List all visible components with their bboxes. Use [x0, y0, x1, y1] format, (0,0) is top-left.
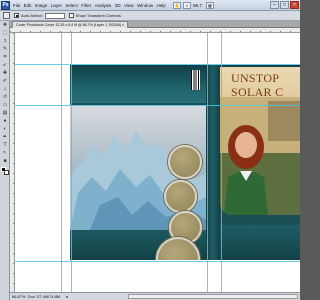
- status-zoom[interactable]: 66.67%: [12, 294, 26, 299]
- menu-filter[interactable]: Filter: [81, 3, 91, 8]
- menu-help[interactable]: Help: [156, 3, 165, 8]
- barcode-image: [191, 70, 200, 90]
- marquee-tool-icon[interactable]: ⬚: [1, 30, 9, 37]
- guide-horizontal[interactable]: [15, 64, 300, 65]
- dodge-tool-icon[interactable]: ◐: [1, 126, 9, 133]
- tools-panel: ✥ ⬚ ↄ ✎ ⌗ ↙ ✚ ✐ ⊥ ↺ ▭ ▤ ● ◐ ✒ T ↖ ■: [0, 21, 10, 300]
- menu-view[interactable]: View: [124, 3, 134, 8]
- horizontal-scrollbar[interactable]: [128, 294, 298, 299]
- guide-vertical[interactable]: [61, 33, 62, 292]
- eraser-tool-icon[interactable]: ▭: [1, 102, 9, 109]
- document-tab-bar: Cover Photobook Cover 12.25 x 6.4 tif @ …: [10, 21, 300, 28]
- options-bar: Auto-Select: Show Transform Controls: [0, 11, 300, 21]
- app-bar: Ps File Edit Image Layer Select Filter A…: [0, 0, 300, 11]
- auto-select-checkbox[interactable]: [14, 13, 19, 18]
- zoom-tool-icon[interactable]: ⌕: [183, 1, 192, 9]
- type-tool-icon[interactable]: T: [1, 142, 9, 149]
- front-cover-photo: UNSTOP SOLAR C: [220, 67, 300, 215]
- cover-title-line-1: UNSTOP: [231, 71, 280, 85]
- book-spine: [206, 65, 220, 260]
- status-bar: 66.67% Doc: 37.4M/74.8M ▸: [10, 292, 300, 300]
- photoshop-logo-icon[interactable]: Ps: [1, 0, 10, 10]
- guide-vertical[interactable]: [221, 33, 222, 292]
- window-controls: – □ ×: [270, 1, 300, 9]
- menu-window[interactable]: Window: [137, 3, 153, 8]
- close-button[interactable]: ×: [290, 1, 299, 9]
- status-menu-arrow-icon[interactable]: ▸: [66, 294, 68, 299]
- blur-tool-icon[interactable]: ●: [1, 118, 9, 125]
- brush-tool-icon[interactable]: ✐: [1, 78, 9, 85]
- history-brush-tool-icon[interactable]: ↺: [1, 94, 9, 101]
- photo-placeholder-circle-1[interactable]: [168, 145, 202, 179]
- guide-horizontal[interactable]: [15, 261, 300, 262]
- guide-vertical[interactable]: [71, 33, 72, 292]
- menu-3d[interactable]: 3D: [115, 3, 121, 8]
- menu-select[interactable]: Select: [65, 3, 78, 8]
- shape-tool-icon[interactable]: ■: [1, 158, 9, 165]
- pen-tool-icon[interactable]: ✒: [1, 134, 9, 141]
- menu-bar: File Edit Image Layer Select Filter Anal…: [13, 3, 169, 8]
- healing-tool-icon[interactable]: ✚: [1, 70, 9, 77]
- guide-horizontal[interactable]: [15, 105, 300, 106]
- show-transform-checkbox[interactable]: [68, 13, 74, 18]
- auto-select-dropdown[interactable]: [44, 12, 65, 19]
- menu-image[interactable]: Image: [35, 3, 48, 8]
- move-tool-preset-icon[interactable]: [3, 12, 10, 19]
- menu-file[interactable]: File: [13, 3, 20, 8]
- status-doc-size: Doc: 37.4M/74.8M: [27, 294, 61, 299]
- hand-tool-icon[interactable]: ✋: [173, 1, 182, 9]
- menu-analysis[interactable]: Analysis: [95, 3, 112, 8]
- lasso-tool-icon[interactable]: ↄ: [1, 38, 9, 45]
- path-select-tool-icon[interactable]: ↖: [1, 150, 9, 157]
- crop-tool-icon[interactable]: ⌗: [1, 54, 9, 61]
- auto-select-label: Auto-Select:: [21, 13, 43, 18]
- eyedropper-tool-icon[interactable]: ↙: [1, 62, 9, 69]
- gradient-tool-icon[interactable]: ▤: [1, 110, 9, 117]
- menu-layer[interactable]: Layer: [51, 3, 62, 8]
- canvas-area[interactable]: UNSTOP SOLAR C: [15, 33, 300, 292]
- guide-vertical[interactable]: [207, 33, 208, 292]
- document-tab[interactable]: Cover Photobook Cover 12.25 x 6.4 tif @ …: [12, 21, 129, 28]
- menu-edit[interactable]: Edit: [24, 3, 32, 8]
- background-color-swatch[interactable]: [4, 170, 9, 175]
- zoom-level[interactable]: 66.7: [193, 3, 202, 8]
- maximize-button[interactable]: □: [280, 1, 289, 9]
- cover-title-line-2: SOLAR C: [231, 85, 284, 99]
- move-tool-icon[interactable]: ✥: [1, 22, 9, 29]
- minimize-button[interactable]: –: [270, 1, 279, 9]
- show-transform-label: Show Transform Controls: [75, 13, 121, 18]
- arrange-documents-icon[interactable]: ▦: [205, 1, 214, 9]
- photo-placeholder-circle-2[interactable]: [164, 180, 197, 213]
- clone-stamp-tool-icon[interactable]: ⊥: [1, 86, 9, 93]
- app-bar-tools: ✋ ⌕ 66.7 ▦: [173, 1, 216, 9]
- book-cover-artwork[interactable]: UNSTOP SOLAR C: [70, 65, 300, 260]
- quick-select-tool-icon[interactable]: ✎: [1, 46, 9, 53]
